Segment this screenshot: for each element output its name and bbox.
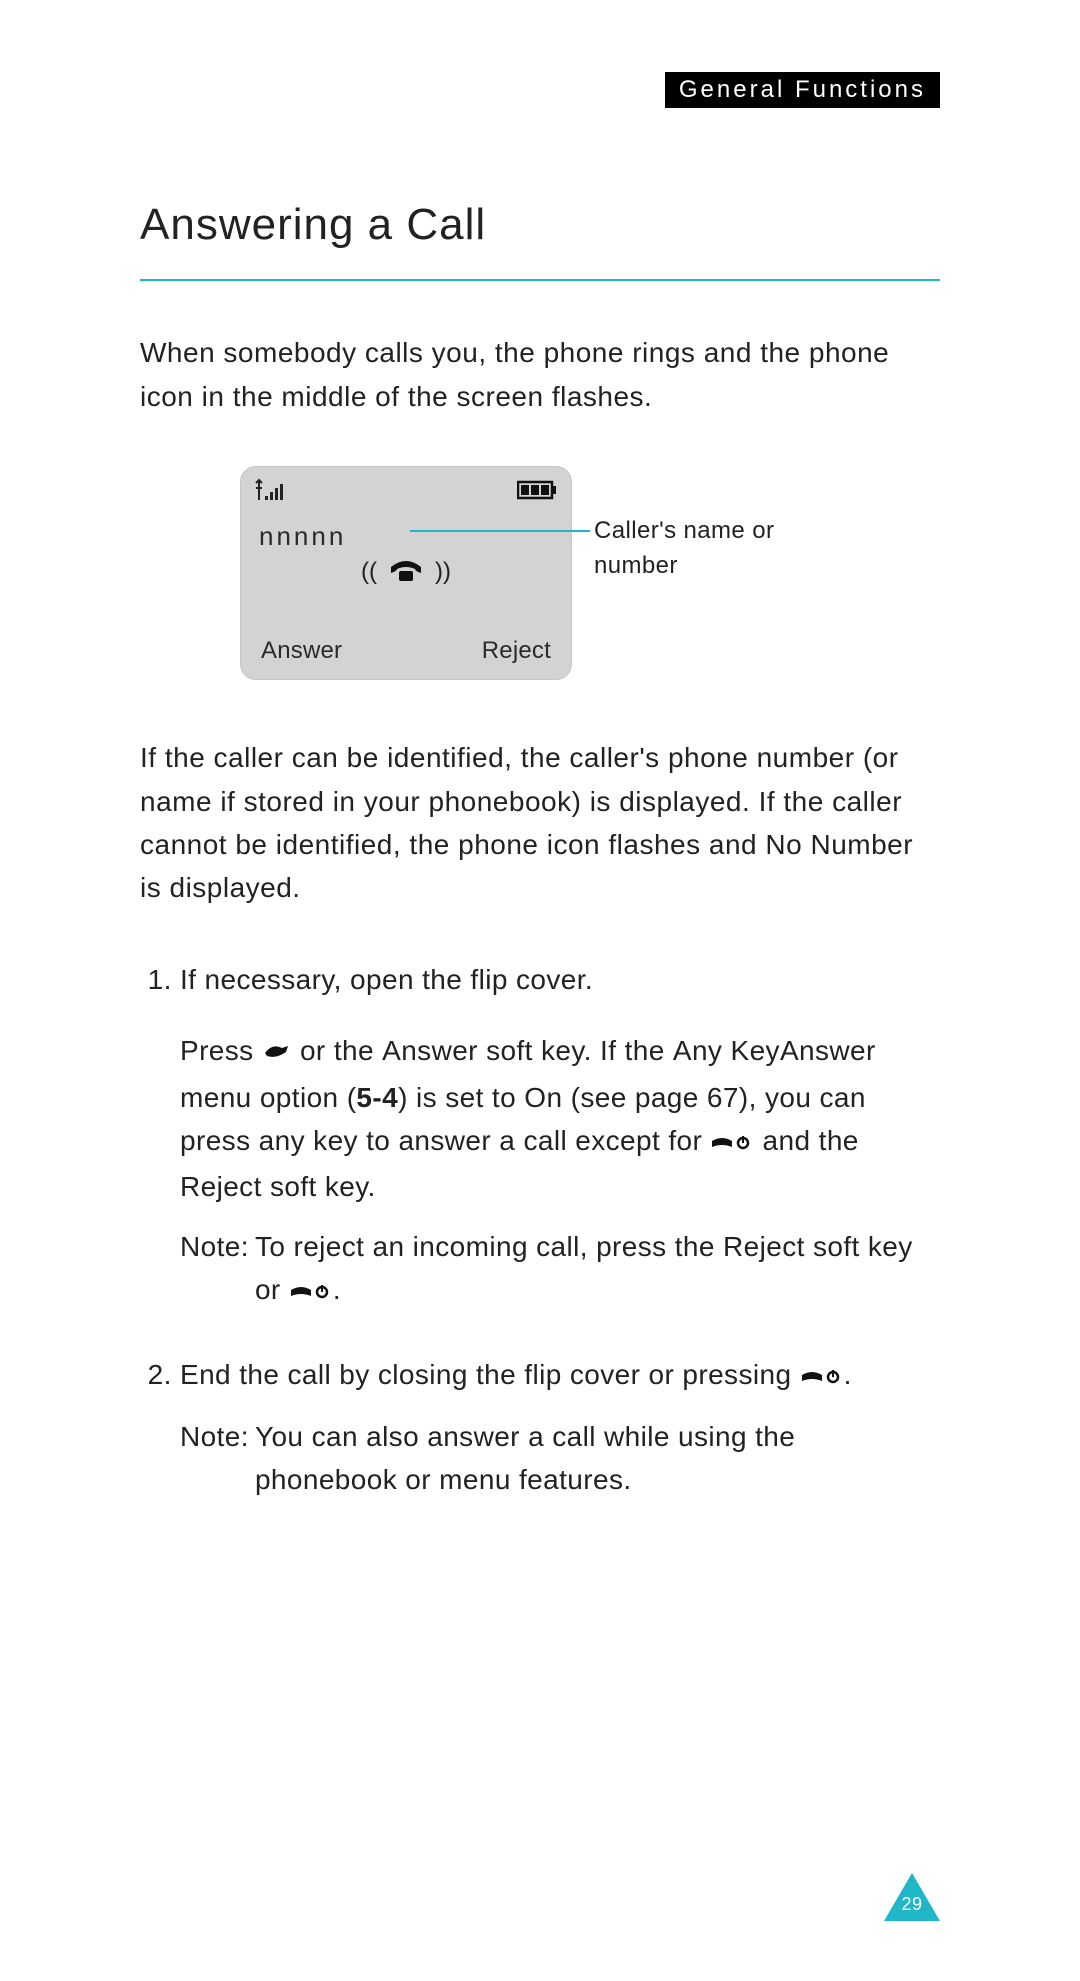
- step-2-head: End the call by closing the flip cover o…: [180, 1359, 800, 1390]
- text: menu option (: [180, 1082, 356, 1113]
- end-key-icon: [289, 1271, 333, 1314]
- caller-id-line: nnnnn: [259, 521, 557, 552]
- step-1-note: Note: To reject an incoming call, press …: [180, 1225, 940, 1315]
- page-number: 29: [884, 1894, 940, 1915]
- step-2: End the call by closing the flip cover o…: [180, 1353, 940, 1502]
- end-key-icon: [800, 1356, 844, 1399]
- softkey-answer: Answer: [261, 637, 342, 665]
- text: Press: [180, 1035, 262, 1066]
- note-label: Note:: [180, 1415, 249, 1502]
- wave-right-icon: )): [435, 558, 451, 586]
- text: soft key. If the: [478, 1035, 673, 1066]
- text: .: [844, 1359, 852, 1390]
- page-title: Answering a Call: [140, 200, 940, 250]
- literal-no-number: No Number: [765, 829, 913, 860]
- literal-on: On: [524, 1082, 562, 1113]
- send-key-icon: [262, 1032, 292, 1075]
- handset-icon: [387, 559, 425, 585]
- manual-page: General Functions Answering a Call When …: [0, 0, 1080, 1981]
- end-key-icon: [710, 1122, 754, 1165]
- softkey-reject: Reject: [482, 637, 551, 665]
- wave-left-icon: ((: [361, 558, 377, 586]
- step-1-body: Press or the Answer soft key. If the Any…: [180, 1029, 940, 1209]
- literal-anykeyanswer: Any KeyAnswer: [673, 1035, 876, 1066]
- annotation-text: Caller's name or number: [594, 514, 840, 584]
- note-body: To reject an incoming call, press the Re…: [255, 1225, 940, 1315]
- status-bar: [255, 477, 557, 507]
- title-rule: [140, 279, 940, 281]
- text: ) is set to: [398, 1082, 524, 1113]
- page-number-badge: 29: [884, 1873, 940, 1921]
- softkey-row: Answer Reject: [255, 637, 557, 669]
- text: or the: [292, 1035, 382, 1066]
- step-list: If necessary, open the flip cover. Press…: [140, 958, 940, 1502]
- annotation-leader-line: [410, 530, 590, 532]
- text: To reject an incoming call, press the Re…: [255, 1231, 913, 1305]
- section-tag: General Functions: [665, 72, 940, 108]
- step-1-head: If necessary, open the flip cover.: [180, 964, 593, 995]
- literal-answer: Answer: [382, 1035, 478, 1066]
- screen-figure: nnnnn (( )) Answer Reject Caller's name …: [140, 466, 940, 680]
- step-1: If necessary, open the flip cover. Press…: [180, 958, 940, 1315]
- intro-paragraph: When somebody calls you, the phone rings…: [140, 331, 940, 418]
- note-body: You can also answer a call while using t…: [255, 1415, 940, 1502]
- battery-icon: [517, 479, 557, 506]
- literal-reject: Reject: [180, 1171, 262, 1202]
- text: is displayed.: [140, 872, 301, 903]
- step-2-note: Note: You can also answer a call while u…: [180, 1415, 940, 1502]
- text: and the: [754, 1125, 858, 1156]
- text: .: [333, 1274, 341, 1305]
- text: soft key.: [262, 1171, 376, 1202]
- note-label: Note:: [180, 1225, 249, 1315]
- ringing-phone-icon: (( )): [255, 558, 557, 586]
- identify-paragraph: If the caller can be identified, the cal…: [140, 736, 940, 910]
- menu-ref: 5-4: [356, 1082, 398, 1113]
- phone-screen: nnnnn (( )) Answer Reject: [240, 466, 572, 680]
- signal-icon: [255, 478, 289, 507]
